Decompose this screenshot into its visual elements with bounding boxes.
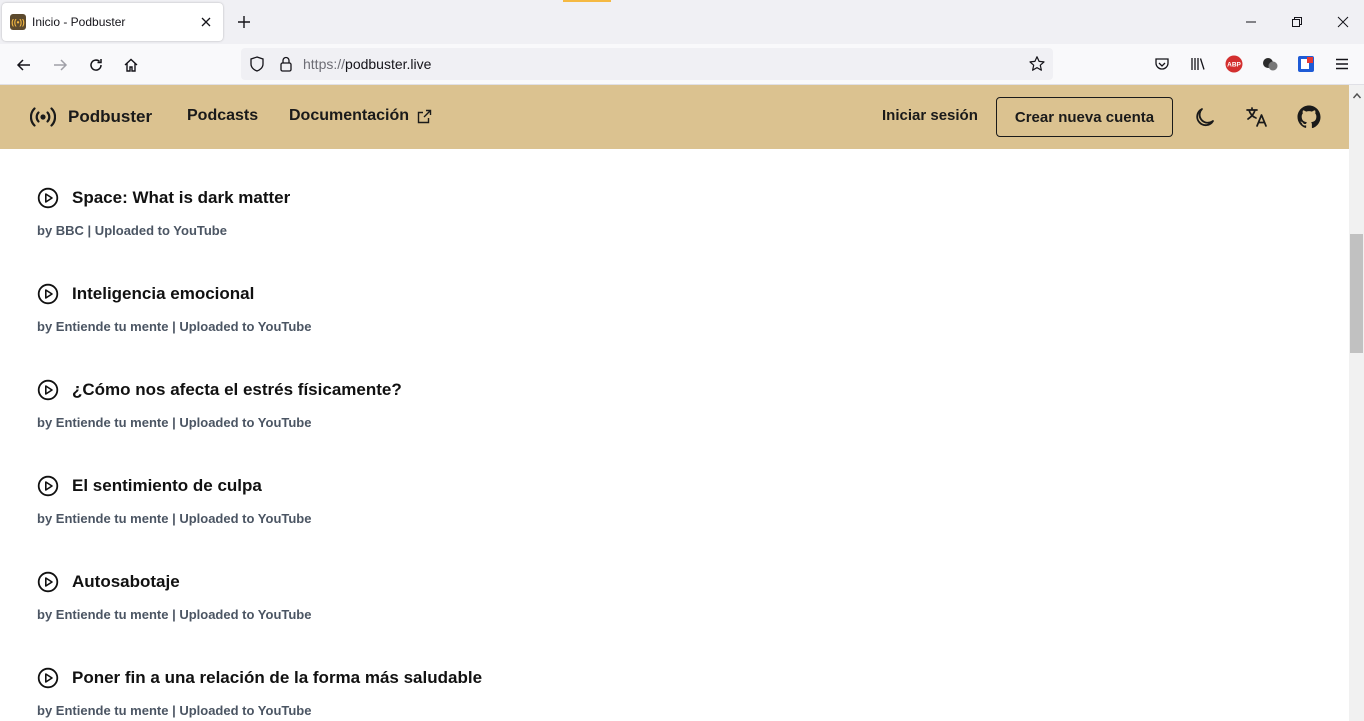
brand-link[interactable]: Podbuster [30, 104, 152, 130]
url-bar[interactable]: https://podbuster.live [241, 48, 1053, 80]
scroll-up-icon[interactable] [1352, 88, 1362, 99]
list-item: ¿Cómo nos afecta el estrés físicamente? … [37, 379, 937, 430]
svg-text:ABP: ABP [1227, 62, 1241, 69]
episode-title[interactable]: Poner fin a una relación de la forma más… [72, 668, 482, 688]
browser-nav-bar: https://podbuster.live ABP [0, 44, 1364, 85]
play-icon[interactable] [37, 187, 59, 209]
restore-button[interactable] [1286, 11, 1308, 33]
lock-icon[interactable] [277, 55, 295, 73]
home-button[interactable] [119, 53, 143, 77]
url-protocol: https:// [303, 56, 346, 72]
episode-title[interactable]: Space: What is dark matter [72, 188, 290, 208]
translate-icon[interactable] [1245, 105, 1269, 129]
moon-icon[interactable] [1193, 105, 1217, 129]
bookmark-star-icon[interactable] [1028, 55, 1046, 73]
episode-title[interactable]: El sentimiento de culpa [72, 476, 262, 496]
extension-icon[interactable] [1260, 54, 1280, 74]
play-icon[interactable] [37, 283, 59, 305]
page-scrollbar[interactable] [1349, 85, 1364, 721]
pocket-icon[interactable] [1152, 54, 1172, 74]
play-icon[interactable] [37, 475, 59, 497]
play-icon[interactable] [37, 379, 59, 401]
tab-bar-accent [563, 0, 611, 2]
external-link-icon [417, 109, 432, 123]
scrollbar-thumb[interactable] [1350, 234, 1363, 353]
episode-title[interactable]: Inteligencia emocional [72, 284, 254, 304]
episode-meta: by Entiende tu mente | Uploaded to YouTu… [37, 511, 312, 526]
list-item: Poner fin a una relación de la forma más… [37, 667, 937, 718]
episode-meta: by Entiende tu mente | Uploaded to YouTu… [37, 703, 312, 718]
episode-meta: by Entiende tu mente | Uploaded to YouTu… [37, 607, 312, 622]
new-tab-button[interactable] [233, 11, 255, 33]
nav-docs-label: Documentación [289, 107, 410, 124]
tab-close-icon[interactable] [197, 13, 215, 31]
library-icon[interactable] [1188, 54, 1208, 74]
brand-name: Podbuster [68, 107, 153, 126]
create-account-button[interactable]: Crear nueva cuenta [996, 97, 1173, 137]
episode-meta: by Entiende tu mente | Uploaded to YouTu… [37, 415, 312, 430]
adblock-icon[interactable]: ABP [1224, 54, 1244, 74]
list-item: Inteligencia emocional by Entiende tu me… [37, 283, 937, 334]
episode-meta: by Entiende tu mente | Uploaded to YouTu… [37, 319, 312, 334]
play-icon[interactable] [37, 571, 59, 593]
browser-tab-bar: ((•)) Inicio - Podbuster [0, 0, 1364, 44]
list-item: Space: What is dark matter by BBC | Uplo… [37, 187, 937, 238]
nav-podcasts-link[interactable]: Podcasts [187, 107, 258, 125]
site-header: Podbuster Podcasts Documentación Iniciar… [0, 85, 1349, 149]
url-text[interactable]: https://podbuster.live [303, 56, 431, 72]
minimize-button[interactable] [1240, 11, 1262, 33]
reload-button[interactable] [84, 53, 108, 77]
browser-tab[interactable]: ((•)) Inicio - Podbuster [2, 3, 223, 41]
episode-meta: by BBC | Uploaded to YouTube [37, 223, 227, 238]
forward-button[interactable] [48, 53, 72, 77]
play-icon[interactable] [37, 667, 59, 689]
signin-link[interactable]: Iniciar sesión [882, 107, 978, 124]
nav-docs-link[interactable]: Documentación [289, 107, 432, 125]
tracking-shield-icon[interactable] [248, 55, 266, 73]
close-window-button[interactable] [1332, 11, 1354, 33]
episode-title[interactable]: Autosabotaje [72, 572, 180, 592]
favicon-icon: ((•)) [10, 14, 26, 30]
episode-title[interactable]: ¿Cómo nos afecta el estrés físicamente? [72, 380, 402, 400]
url-host: podbuster.live [345, 56, 432, 72]
nav-podcasts-label: Podcasts [187, 107, 259, 124]
back-button[interactable] [12, 53, 36, 77]
tab-title: Inicio - Podbuster [32, 15, 126, 29]
broadcast-icon [30, 107, 56, 127]
list-item: Autosabotaje by Entiende tu mente | Uplo… [37, 571, 937, 622]
github-icon[interactable] [1297, 105, 1321, 129]
menu-icon[interactable] [1332, 54, 1352, 74]
list-item: El sentimiento de culpa by Entiende tu m… [37, 475, 937, 526]
episode-list: Space: What is dark matter by BBC | Uplo… [0, 149, 1349, 721]
extension-icon-2[interactable] [1296, 54, 1316, 74]
